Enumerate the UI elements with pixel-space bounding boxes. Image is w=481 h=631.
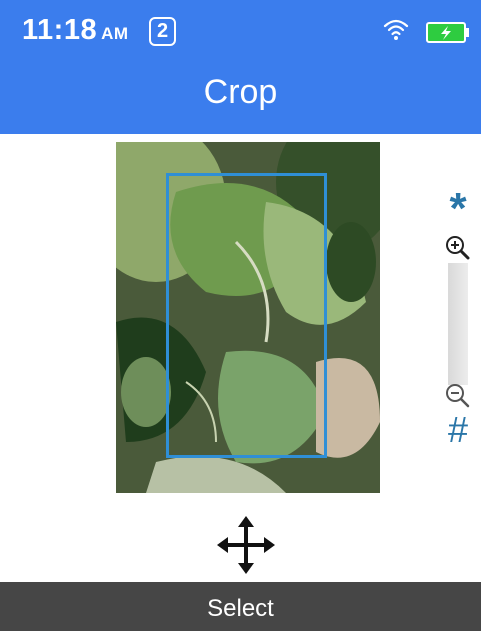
status-clock: 11:18 AM xyxy=(22,14,129,47)
app-header: 11:18 AM 2 Crop xyxy=(0,0,481,134)
zoom-in-key-glyph: * xyxy=(449,184,467,233)
clock-ampm: AM xyxy=(101,24,129,43)
zoom-slider-track[interactable] xyxy=(448,263,468,385)
status-bar: 11:18 AM 2 xyxy=(0,0,481,56)
zoom-out-key-glyph: # xyxy=(447,409,469,450)
battery-charging-icon xyxy=(426,22,469,43)
page-title: Crop xyxy=(203,73,278,111)
zoom-out-icon[interactable] xyxy=(443,381,471,409)
zoom-in-icon[interactable] xyxy=(443,233,471,261)
crop-frame[interactable] xyxy=(166,173,327,458)
select-softkey[interactable]: Select xyxy=(0,595,481,623)
clock-time: 11:18 xyxy=(22,14,98,46)
move-arrows-icon xyxy=(217,516,275,574)
notification-count-badge: 2 xyxy=(149,17,176,46)
wifi-icon xyxy=(383,19,409,40)
